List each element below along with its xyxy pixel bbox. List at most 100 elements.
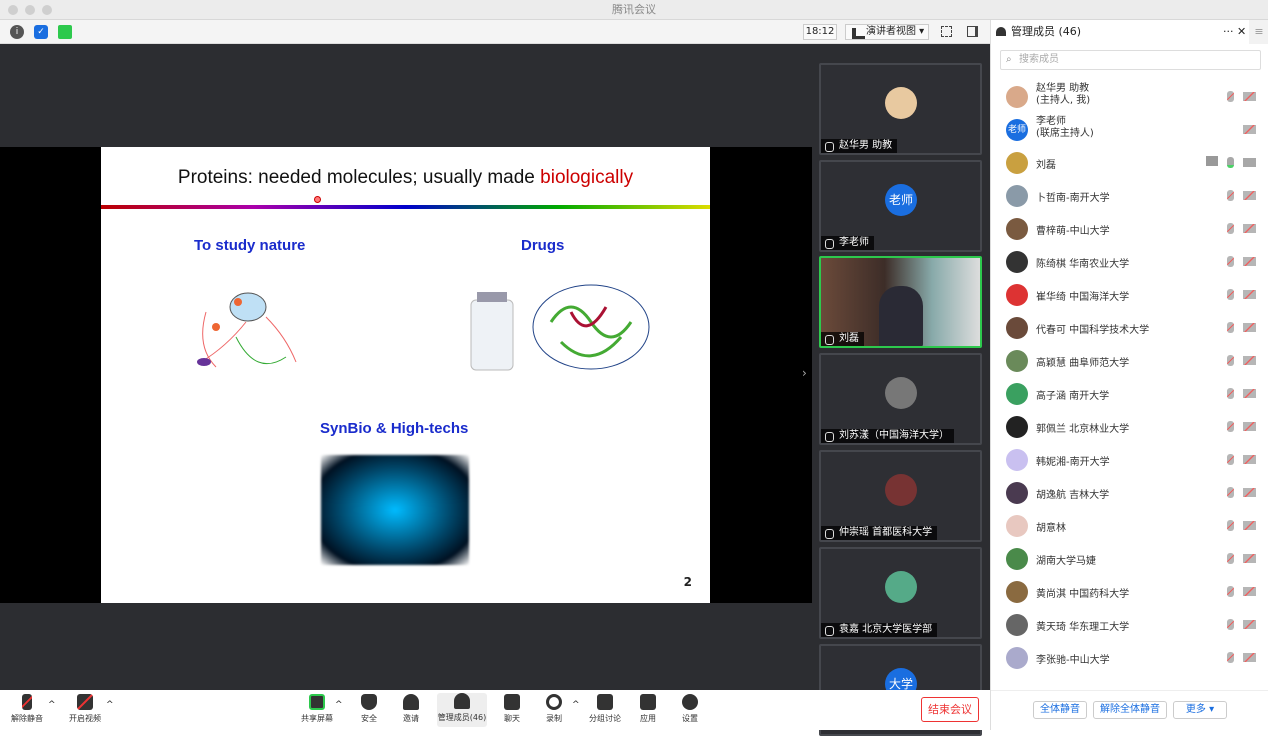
video-tile[interactable]: 袁嘉 北京大学医学部 — [819, 547, 982, 639]
avatar — [1006, 284, 1028, 306]
member-row[interactable]: 韩妮湘-南开大学 — [991, 443, 1268, 476]
camera-off-icon[interactable] — [1243, 587, 1256, 596]
member-row[interactable]: 刘磊 — [991, 146, 1268, 179]
tile-name: 李老师 — [821, 236, 874, 250]
member-row[interactable]: 高颖慧 曲阜师范大学 — [991, 344, 1268, 377]
mic-muted-icon[interactable] — [1227, 421, 1234, 432]
member-row[interactable]: 李张驰-中山大学 — [991, 641, 1268, 674]
sidebar-toggle-icon[interactable] — [967, 26, 978, 37]
member-row[interactable]: 胡意林 — [991, 509, 1268, 542]
shield-icon[interactable]: ✓ — [34, 25, 48, 39]
camera-off-icon[interactable] — [1243, 290, 1256, 299]
mic-muted-icon[interactable] — [1227, 223, 1234, 234]
info-icon[interactable]: i — [10, 25, 24, 39]
mic-muted-icon[interactable] — [1227, 388, 1234, 399]
member-row[interactable]: 陈绮棋 华南农业大学 — [991, 245, 1268, 278]
video-options-chevron[interactable]: ^ — [106, 700, 114, 710]
share-options-chevron[interactable]: ^ — [335, 700, 343, 710]
mic-muted-icon[interactable] — [1227, 91, 1234, 102]
more-options-icon[interactable]: ··· — [1223, 20, 1234, 44]
member-row[interactable]: 赵华男 助教 (主持人, 我) — [991, 80, 1268, 113]
more-button[interactable]: 更多 ▾ — [1173, 701, 1227, 719]
meeting-toolbar: 解除静音 ^ 开启视频 ^ 共享屏幕 ^ 安全 邀请 管理成员(46) 聊天 录… — [0, 690, 990, 730]
mic-muted-icon[interactable] — [1227, 355, 1234, 366]
close-icon[interactable]: ✕ — [1237, 20, 1246, 44]
member-row[interactable]: 高子涵 南开大学 — [991, 377, 1268, 410]
camera-off-icon[interactable] — [1243, 125, 1256, 134]
video-tile[interactable]: 刘苏漾（中国海洋大学） — [819, 353, 982, 445]
collapse-arrow-icon[interactable]: › — [802, 366, 807, 380]
apps-button[interactable]: 应用 — [626, 694, 670, 724]
security-button[interactable]: 安全 — [347, 694, 391, 724]
signal-icon[interactable] — [58, 25, 72, 39]
record-button[interactable]: 录制 — [532, 694, 576, 724]
member-row[interactable]: 黄天琦 华东理工大学 — [991, 608, 1268, 641]
nucleosome-diagram — [197, 292, 297, 368]
camera-off-icon[interactable] — [1243, 554, 1256, 563]
member-search-input[interactable]: ⌕ 搜索成员 — [1000, 50, 1261, 70]
start-video-button[interactable]: 开启视频 — [63, 694, 107, 724]
camera-off-icon[interactable] — [1243, 257, 1256, 266]
member-row[interactable]: 胡逸航 吉林大学 — [991, 476, 1268, 509]
mic-muted-icon[interactable] — [1227, 256, 1234, 267]
member-row[interactable]: 湖南大学马婕 — [991, 542, 1268, 575]
video-tile-active-speaker[interactable]: 刘磊 — [819, 256, 982, 348]
mic-muted-icon[interactable] — [1227, 553, 1234, 564]
share-screen-button[interactable]: 共享屏幕 — [295, 694, 339, 724]
member-row[interactable]: 卜哲南-南开大学 — [991, 179, 1268, 212]
view-mode-dropdown[interactable]: 演讲者视图 ▾ — [845, 24, 929, 40]
chat-button[interactable]: 聊天 — [490, 694, 534, 724]
video-tiles-column[interactable]: › 赵华男 助教 老师 李老师 刘磊 刘苏漾（中国海洋大学） 仲崇瑶 首都医科大学… — [802, 44, 990, 736]
camera-off-icon[interactable] — [1243, 158, 1256, 167]
camera-off-icon[interactable] — [1243, 653, 1256, 662]
camera-off-icon[interactable] — [1243, 521, 1256, 530]
camera-off-icon[interactable] — [1243, 191, 1256, 200]
video-tile[interactable]: 赵华男 助教 — [819, 63, 982, 155]
member-row[interactable]: 老师 李老师 (联席主持人) — [991, 113, 1268, 146]
avatar — [1006, 383, 1028, 405]
mic-muted-icon[interactable] — [1227, 619, 1234, 630]
unmute-button[interactable]: 解除静音 — [5, 694, 49, 724]
breakout-button[interactable]: 分组讨论 — [583, 694, 627, 724]
camera-off-icon[interactable] — [1243, 620, 1256, 629]
camera-off-icon[interactable] — [1243, 488, 1256, 497]
camera-off-icon[interactable] — [1243, 92, 1256, 101]
member-row[interactable]: 黄尚淇 中国药科大学 — [991, 575, 1268, 608]
mic-muted-icon[interactable] — [1227, 520, 1234, 531]
menu-icon[interactable]: ≡ — [1249, 20, 1268, 44]
mic-muted-icon[interactable] — [1227, 454, 1234, 465]
end-meeting-button[interactable]: 结束会议 — [921, 697, 979, 722]
mic-muted-icon[interactable] — [1227, 487, 1234, 498]
record-options-chevron[interactable]: ^ — [572, 700, 580, 710]
member-row[interactable]: 崔华绮 中国海洋大学 — [991, 278, 1268, 311]
camera-off-icon[interactable] — [1243, 323, 1256, 332]
video-tile[interactable]: 仲崇瑶 首都医科大学 — [819, 450, 982, 542]
audio-options-chevron[interactable]: ^ — [48, 700, 56, 710]
member-row[interactable]: 代春可 中国科学技术大学 — [991, 311, 1268, 344]
mic-muted-icon[interactable] — [1227, 586, 1234, 597]
mic-muted-icon — [22, 694, 32, 710]
camera-off-icon[interactable] — [1243, 389, 1256, 398]
mic-icon[interactable] — [1227, 157, 1234, 168]
mute-all-button[interactable]: 全体静音 — [1033, 701, 1087, 719]
manage-members-button[interactable]: 管理成员(46) — [437, 693, 487, 727]
camera-off-icon[interactable] — [1243, 455, 1256, 464]
fullscreen-icon[interactable] — [941, 26, 952, 37]
video-tile[interactable]: 老师 李老师 — [819, 160, 982, 252]
avatar — [1006, 350, 1028, 372]
mic-muted-icon[interactable] — [1227, 322, 1234, 333]
window-controls[interactable] — [8, 5, 52, 15]
mic-muted-icon[interactable] — [1227, 190, 1234, 201]
camera-off-icon[interactable] — [1243, 224, 1256, 233]
member-row[interactable]: 郭佩兰 北京林业大学 — [991, 410, 1268, 443]
unmute-all-button[interactable]: 解除全体静音 — [1093, 701, 1167, 719]
member-row[interactable]: 曹梓萌-中山大学 — [991, 212, 1268, 245]
camera-off-icon[interactable] — [1243, 356, 1256, 365]
camera-off-icon[interactable] — [1243, 422, 1256, 431]
invite-button[interactable]: 邀请 — [389, 694, 433, 724]
settings-button[interactable]: 设置 — [668, 694, 712, 724]
mic-muted-icon[interactable] — [1227, 289, 1234, 300]
member-name: 黄尚淇 中国药科大学 — [1036, 589, 1130, 600]
tile-name: 刘磊 — [821, 332, 864, 346]
mic-muted-icon[interactable] — [1227, 652, 1234, 663]
